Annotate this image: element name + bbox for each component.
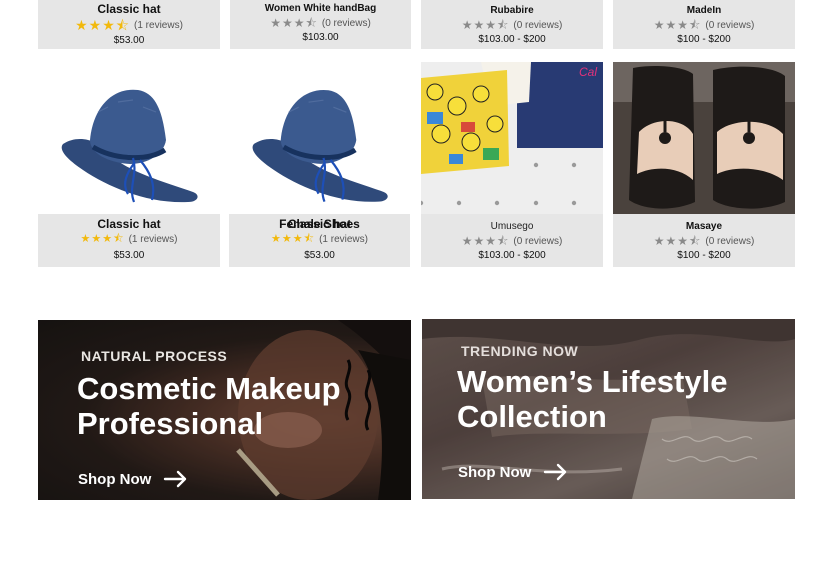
product-price: $103.00 - $200 <box>478 34 546 45</box>
star-icon: ★ <box>653 234 665 248</box>
product-price: $53.00 <box>113 35 145 46</box>
product-name[interactable]: Classic hat <box>38 2 220 16</box>
rating-stars: ★ ★ ★ ⯪ <box>462 19 509 31</box>
rating-stars: ★ ★ ★ ⯪ <box>270 17 317 29</box>
arrow-right-icon[interactable] <box>543 463 569 481</box>
banner-headline-line2: Collection <box>457 398 607 434</box>
star-icon: ★ <box>281 233 292 245</box>
product-name[interactable]: MadeIn <box>613 5 795 16</box>
promo-banner-cosmetic[interactable]: NATURAL PROCESS Cosmetic Makeup Professi… <box>38 320 411 500</box>
product-card-top-2[interactable]: Women White handBag ★ ★ ★ ⯪ (0 reviews) $10… <box>230 0 411 49</box>
promo-banner-lifestyle[interactable]: TRENDING NOW Women’s Lifestyle Collectio… <box>422 319 795 499</box>
arrow-right-icon[interactable] <box>163 470 189 488</box>
star-icon: ★ <box>677 234 688 248</box>
product-price: $103.00 - $200 <box>478 250 546 261</box>
product-card-top-1[interactable]: Classic hat ★ ★ ★ ⯪ (1 reviews) $53.00 <box>38 0 220 49</box>
product-name[interactable]: Rubabire <box>421 5 603 16</box>
star-icon: ★ <box>461 18 473 32</box>
half-star-icon: ⯪ <box>115 17 130 33</box>
product-image[interactable] <box>229 62 410 214</box>
product-image[interactable] <box>38 62 220 214</box>
half-star-icon: ⯪ <box>113 233 124 245</box>
star-icon: ★ <box>485 18 496 32</box>
product-card-classic-hat-2[interactable]: Classic hat Female Shoes ★ ★ ★ ⯪ (1 reviews… <box>229 62 410 267</box>
banner-headline-line1: Cosmetic Makeup <box>77 371 341 406</box>
product-name[interactable]: Classic hat <box>38 217 220 231</box>
product-image[interactable]: Cal <box>421 62 603 214</box>
product-price: $100 - $200 <box>677 34 731 45</box>
rating-stars: ★ ★ ★ ⯪ <box>75 18 129 32</box>
review-count: (1 reviews) <box>128 234 178 245</box>
star-icon: ★ <box>91 233 102 245</box>
star-icon: ★ <box>102 17 115 33</box>
rating-stars: ★ ★ ★ ⯪ <box>462 235 509 247</box>
product-card-umusego[interactable]: Cal Umusego ★ ★ ★ ⯪ (0 reviews) $103.00 - $… <box>421 62 603 267</box>
star-icon: ★ <box>75 17 88 33</box>
review-count: (0 reviews) <box>513 235 563 247</box>
banner-eyebrow: TRENDING NOW <box>461 343 579 359</box>
review-count: (0 reviews) <box>513 19 563 31</box>
half-star-icon: ⯪ <box>303 233 315 245</box>
banner-eyebrow: NATURAL PROCESS <box>81 348 228 364</box>
half-star-icon: ⯪ <box>497 234 509 248</box>
star-icon: ★ <box>281 16 293 30</box>
hat-illustration <box>252 89 388 203</box>
shop-now-label[interactable]: Shop Now <box>458 464 531 481</box>
review-count: (1 reviews) <box>319 234 368 245</box>
product-price: $103.00 <box>302 32 339 43</box>
half-star-icon: ⯪ <box>689 18 701 32</box>
banner-headline-line1: Women’s Lifestyle <box>457 364 728 399</box>
product-card-top-3[interactable]: Rubabire ★ ★ ★ ⯪ (0 reviews) $103.00 - $200 <box>421 0 603 49</box>
shop-now-label[interactable]: Shop Now <box>78 471 151 488</box>
star-icon: ★ <box>102 233 113 245</box>
shop-now-button[interactable]: Shop Now <box>458 463 569 481</box>
pillow-illustration: Cal <box>421 62 603 214</box>
banner-headline: Cosmetic Makeup Professional <box>77 371 341 441</box>
review-count: (0 reviews) <box>705 235 755 247</box>
product-card-masaye[interactable]: Masaye ★ ★ ★ ⯪ (0 reviews) $100 - $200 <box>613 62 795 267</box>
rating-stars: ★ ★ ★ ⯪ <box>81 234 124 245</box>
product-price: $100 - $200 <box>677 250 731 261</box>
sandals-illustration <box>613 62 795 214</box>
star-icon: ★ <box>461 234 473 248</box>
banner-headline: Women’s Lifestyle Collection <box>457 364 728 434</box>
shop-now-button[interactable]: Shop Now <box>78 470 189 488</box>
product-price: $53.00 <box>304 250 335 261</box>
star-icon: ★ <box>665 18 677 32</box>
product-name[interactable]: Women White handBag <box>230 3 411 14</box>
banner-headline-line2: Professional <box>77 405 264 441</box>
product-price: $53.00 <box>113 250 145 261</box>
star-icon: ★ <box>677 18 688 32</box>
svg-text:Cal: Cal <box>579 65 597 79</box>
star-icon: ★ <box>653 18 665 32</box>
half-star-icon: ⯪ <box>689 234 701 248</box>
review-count: (0 reviews) <box>705 19 755 31</box>
star-icon: ★ <box>292 233 303 245</box>
review-count: (0 reviews) <box>321 17 371 29</box>
star-icon: ★ <box>88 17 102 33</box>
review-count: (1 reviews) <box>134 19 183 31</box>
rating-stars: ★ ★ ★ ⯪ <box>654 235 701 247</box>
star-icon: ★ <box>271 233 281 245</box>
star-icon: ★ <box>665 234 677 248</box>
product-image[interactable] <box>613 62 795 214</box>
rating-stars: ★ ★ ★ ⯪ <box>654 19 701 31</box>
star-icon: ★ <box>473 18 485 32</box>
half-star-icon: ⯪ <box>497 18 509 32</box>
product-card-top-4[interactable]: MadeIn ★ ★ ★ ⯪ (0 reviews) $100 - $200 <box>613 0 795 49</box>
star-icon: ★ <box>485 234 496 248</box>
product-name[interactable]: Umusego <box>421 221 603 232</box>
product-card-classic-hat[interactable]: Classic hat ★ ★ ★ ⯪ (1 reviews) $53.00 <box>38 62 220 267</box>
star-icon: ★ <box>270 16 281 30</box>
product-name[interactable]: Masaye <box>613 221 795 232</box>
rating-stars: ★ ★ ★ ⯪ <box>271 234 314 245</box>
star-icon: ★ <box>293 16 305 30</box>
product-name-overlap[interactable]: Female Shoes <box>229 217 410 231</box>
star-icon: ★ <box>473 234 485 248</box>
half-star-icon: ⯪ <box>305 16 317 30</box>
hat-illustration <box>61 89 198 203</box>
star-icon: ★ <box>80 233 91 245</box>
